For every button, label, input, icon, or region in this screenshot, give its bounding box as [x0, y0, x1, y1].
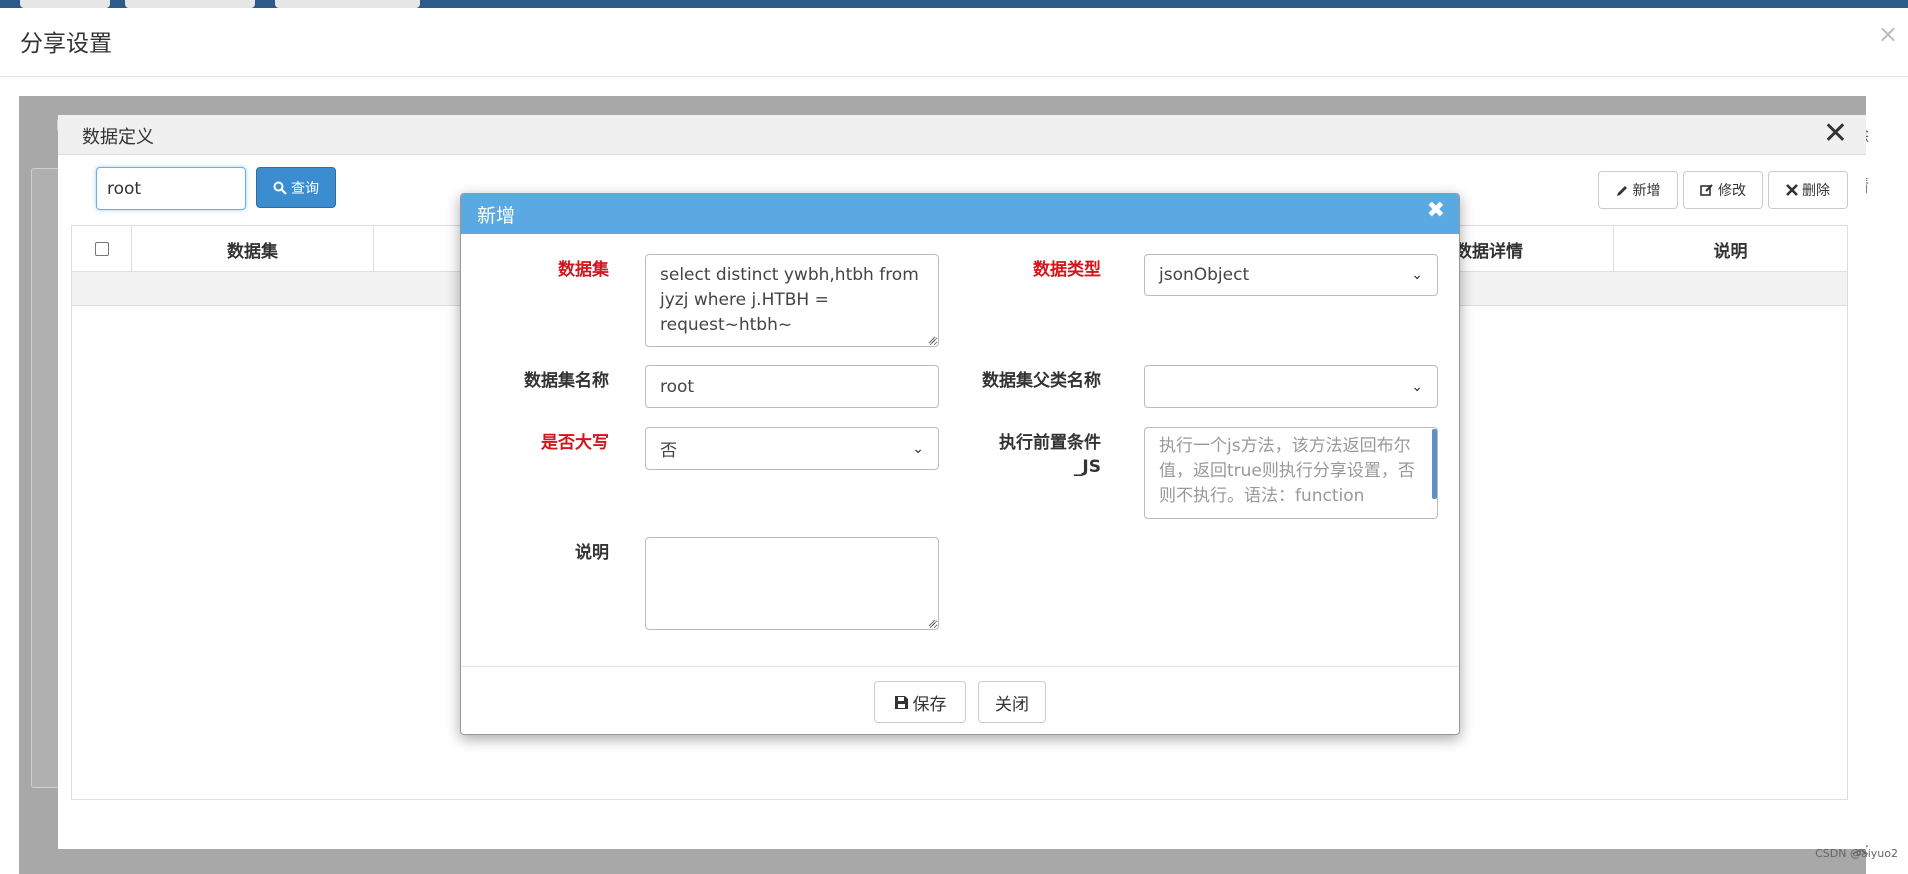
- precondition-label: 执行前置条件 _JS: [961, 431, 1101, 479]
- data-definition-title: 数据定义: [82, 127, 154, 148]
- edit-icon: [1700, 184, 1713, 196]
- precondition-label-line2: _JS: [1073, 457, 1101, 477]
- add-dialog-close-icon[interactable]: ✖: [1427, 198, 1445, 223]
- dataset-name-label: 数据集名称: [524, 371, 609, 391]
- dataset-textarea[interactable]: select distinct ywbh,htbh from jyzj wher…: [645, 254, 939, 347]
- column-header-description[interactable]: 说明: [1614, 226, 1847, 272]
- column-header-dataset[interactable]: 数据集: [132, 226, 374, 272]
- search-icon: [273, 181, 287, 195]
- close-button[interactable]: 关闭: [978, 681, 1046, 723]
- save-button-label: 保存: [912, 694, 947, 715]
- add-dialog-title: 新增: [477, 205, 516, 227]
- select-all-cell: [72, 226, 132, 272]
- header-divider: [0, 76, 1908, 77]
- edit-button[interactable]: 修改: [1683, 171, 1763, 209]
- app-tab-2[interactable]: [125, 0, 255, 8]
- textarea-scrollbar[interactable]: [1432, 429, 1437, 499]
- delete-button[interactable]: 删除: [1768, 171, 1848, 209]
- pencil-icon: [1616, 185, 1627, 196]
- add-button[interactable]: 新增: [1598, 171, 1678, 209]
- footer-divider: [461, 666, 1459, 667]
- dataset-name-value: root: [660, 376, 695, 397]
- uppercase-value: 否: [660, 441, 677, 461]
- dataset-label: 数据集: [558, 260, 609, 280]
- uppercase-select[interactable]: 否 ⌄: [645, 427, 939, 470]
- parent-name-select[interactable]: ⌄: [1144, 365, 1438, 408]
- remove-icon: [1786, 184, 1798, 196]
- data-type-value: jsonObject: [1159, 265, 1250, 285]
- dataset-name-input[interactable]: root: [645, 365, 939, 408]
- save-button[interactable]: 保存: [874, 681, 966, 723]
- query-button-label: 查询: [291, 180, 319, 197]
- share-settings-close-icon[interactable]: ×: [1878, 20, 1898, 48]
- precondition-label-line1: 执行前置条件: [999, 433, 1101, 453]
- chevron-down-icon: ⌄: [912, 440, 924, 457]
- query-button[interactable]: 查询: [256, 167, 336, 208]
- close-button-label: 关闭: [995, 694, 1029, 715]
- data-definition-close-icon[interactable]: ✕: [1823, 117, 1848, 151]
- app-tab-1[interactable]: [20, 0, 110, 8]
- description-label: 说明: [575, 543, 609, 563]
- share-settings-title: 分享设置: [20, 31, 112, 57]
- resize-handle-icon: [928, 619, 936, 627]
- save-icon: [894, 695, 908, 709]
- resize-handle-icon: [928, 336, 936, 344]
- delete-button-label: 删除: [1802, 183, 1830, 199]
- precondition-placeholder: 执行一个js方法，该方法返回布尔值，返回true则执行分享设置，否则不执行。语法…: [1159, 436, 1415, 506]
- parent-name-label: 数据集父类名称: [982, 371, 1101, 391]
- search-input[interactable]: [96, 167, 246, 210]
- app-tab-3[interactable]: [275, 0, 420, 8]
- chevron-down-icon: ⌄: [1411, 267, 1423, 283]
- edit-button-label: 修改: [1718, 183, 1746, 199]
- data-type-label: 数据类型: [1033, 260, 1101, 280]
- precondition-textarea[interactable]: 执行一个js方法，该方法返回布尔值，返回true则执行分享设置，否则不执行。语法…: [1144, 427, 1438, 519]
- data-type-select[interactable]: jsonObject ⌄: [1144, 254, 1438, 296]
- add-dialog: 新增 ✖ 数据集 select distinct ywbh,htbh from …: [460, 193, 1460, 735]
- description-textarea[interactable]: [645, 537, 939, 630]
- add-button-label: 新增: [1632, 183, 1661, 199]
- data-definition-header: 数据定义 ✕: [58, 115, 1866, 155]
- dataset-textarea-value: select distinct ywbh,htbh from jyzj wher…: [660, 265, 919, 335]
- watermark: CSDN @aiyuo2: [1815, 847, 1898, 860]
- add-dialog-header: 新增 ✖: [461, 194, 1459, 234]
- select-all-checkbox[interactable]: [94, 242, 109, 256]
- uppercase-label: 是否大写: [541, 433, 609, 453]
- chevron-down-icon: ⌄: [1411, 378, 1423, 395]
